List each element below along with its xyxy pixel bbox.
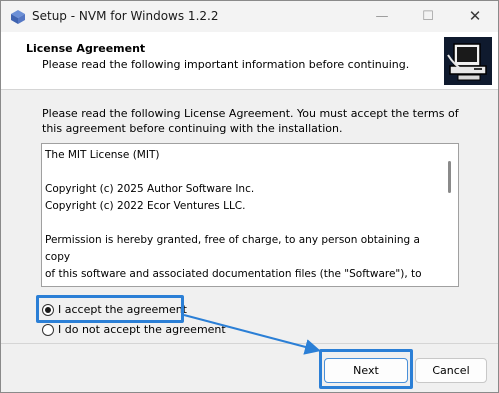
- license-line: [45, 215, 440, 232]
- setup-window: Setup - NVM for Windows 1.2.2 — ☐ ✕ Lice…: [0, 0, 499, 393]
- radio-unchecked-icon[interactable]: [42, 324, 54, 336]
- minimize-button[interactable]: —: [359, 1, 405, 32]
- page-title: License Agreement: [26, 42, 146, 55]
- scrollbar-thumb[interactable]: [448, 161, 451, 193]
- wizard-header: License Agreement Please read the follow…: [1, 32, 498, 90]
- license-content: The MIT License (MIT) Copyright (c) 2025 …: [45, 147, 440, 286]
- license-line: Copyright (c) 2022 Ecor Ventures LLC.: [45, 200, 246, 212]
- page-subtitle: Please read the following important info…: [42, 58, 410, 71]
- maximize-button[interactable]: ☐: [405, 1, 451, 32]
- license-line: Permission is hereby granted, free of ch…: [45, 234, 420, 263]
- decline-radio-label[interactable]: I do not accept the agreement: [58, 323, 226, 336]
- license-line: Copyright (c) 2025 Author Software Inc.: [45, 183, 255, 195]
- accept-radio-highlight: [36, 295, 184, 323]
- intro-text: Please read the following License Agreem…: [42, 107, 459, 135]
- license-line: [45, 164, 440, 181]
- title-bar: Setup - NVM for Windows 1.2.2 — ☐ ✕: [1, 1, 498, 32]
- footer-divider: [1, 343, 498, 344]
- close-button[interactable]: ✕: [452, 1, 498, 32]
- next-button-highlight: [319, 349, 413, 389]
- license-line: of this software and associated document…: [45, 268, 422, 286]
- nvm-app-icon: [11, 10, 25, 24]
- window-title: Setup - NVM for Windows 1.2.2: [32, 9, 219, 23]
- license-scrollbar[interactable]: [441, 144, 458, 286]
- license-text-area[interactable]: The MIT License (MIT) Copyright (c) 2025 …: [41, 143, 459, 287]
- cancel-button[interactable]: Cancel: [415, 358, 487, 383]
- license-line: The MIT License (MIT): [45, 149, 160, 161]
- computer-installer-icon: [444, 37, 492, 85]
